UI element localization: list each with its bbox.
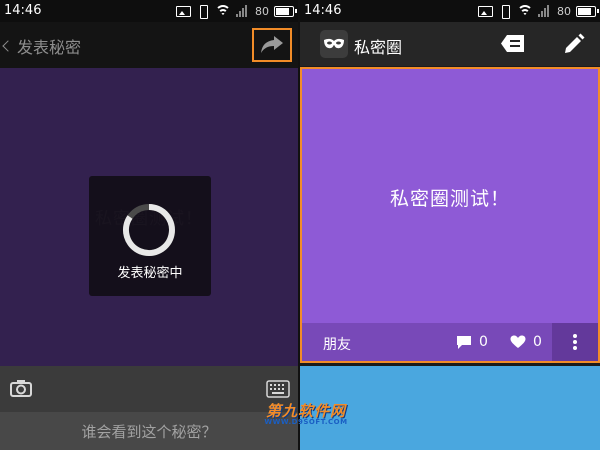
mask-logo-icon <box>324 38 344 49</box>
audience-label: 朋友 <box>323 337 351 353</box>
loading-dialog: 发表秘密中 <box>89 176 211 296</box>
comment-count: 0 <box>479 334 488 350</box>
pencil-icon[interactable] <box>562 32 586 56</box>
compose-header: 发表秘密 <box>0 22 298 68</box>
camera-icon[interactable] <box>10 379 32 397</box>
status-bar: 14:46 80 <box>0 0 298 22</box>
compose-toolbar <box>0 366 298 412</box>
wifi-icon <box>215 5 231 17</box>
feed-header: 私密圈 <box>300 22 600 66</box>
secret-text: 私密圈测试！ <box>389 188 510 210</box>
status-bar: 14:46 80 <box>300 0 600 22</box>
status-time: 14:46 <box>4 3 42 18</box>
like-button[interactable]: 0 <box>510 334 542 350</box>
status-time: 14:46 <box>304 3 342 18</box>
next-secret-card[interactable] <box>300 366 600 450</box>
back-chevron-icon <box>2 40 14 52</box>
back-label: 发表秘密 <box>17 38 82 57</box>
compose-screen: 14:46 80 发表秘密 私密圈测试！ 发表秘密中 <box>0 0 298 450</box>
signal-icon <box>236 5 250 17</box>
app-title: 私密圈 <box>354 38 403 57</box>
gallery-icon <box>176 5 191 17</box>
secret-card[interactable]: 私密圈测试！ 朋友 0 0 <box>300 67 600 363</box>
battery-icon <box>274 5 297 17</box>
card-footer: 朋友 0 0 <box>302 323 598 361</box>
like-count: 0 <box>533 334 542 350</box>
vibrate-icon <box>498 4 512 19</box>
signal-icon <box>538 5 552 17</box>
battery-level: 80 <box>557 4 571 18</box>
publish-button[interactable] <box>252 28 292 62</box>
loading-spinner-icon <box>123 204 175 256</box>
more-options-button[interactable] <box>552 323 598 361</box>
keyboard-icon[interactable] <box>266 380 290 398</box>
loading-text: 发表秘密中 <box>117 266 183 281</box>
gallery-icon <box>478 5 493 17</box>
app-logo <box>320 30 348 58</box>
back-button[interactable]: 发表秘密 <box>2 34 82 58</box>
vibrate-icon <box>196 4 210 19</box>
battery-icon <box>576 5 599 17</box>
wifi-icon <box>517 5 533 17</box>
audience-selector[interactable]: 谁会看到这个秘密？ <box>0 412 298 450</box>
battery-level: 80 <box>255 4 269 18</box>
share-arrow-icon <box>261 36 283 53</box>
heart-icon <box>510 335 526 348</box>
status-icons: 80 <box>176 4 297 19</box>
comment-button[interactable]: 0 <box>456 334 488 350</box>
status-icons: 80 <box>478 4 599 19</box>
feed-screen: 14:46 80 私密圈 私密圈测试！ 朋友 0 0 <box>300 0 600 450</box>
message-icon[interactable] <box>500 32 526 56</box>
comment-icon <box>457 335 471 349</box>
